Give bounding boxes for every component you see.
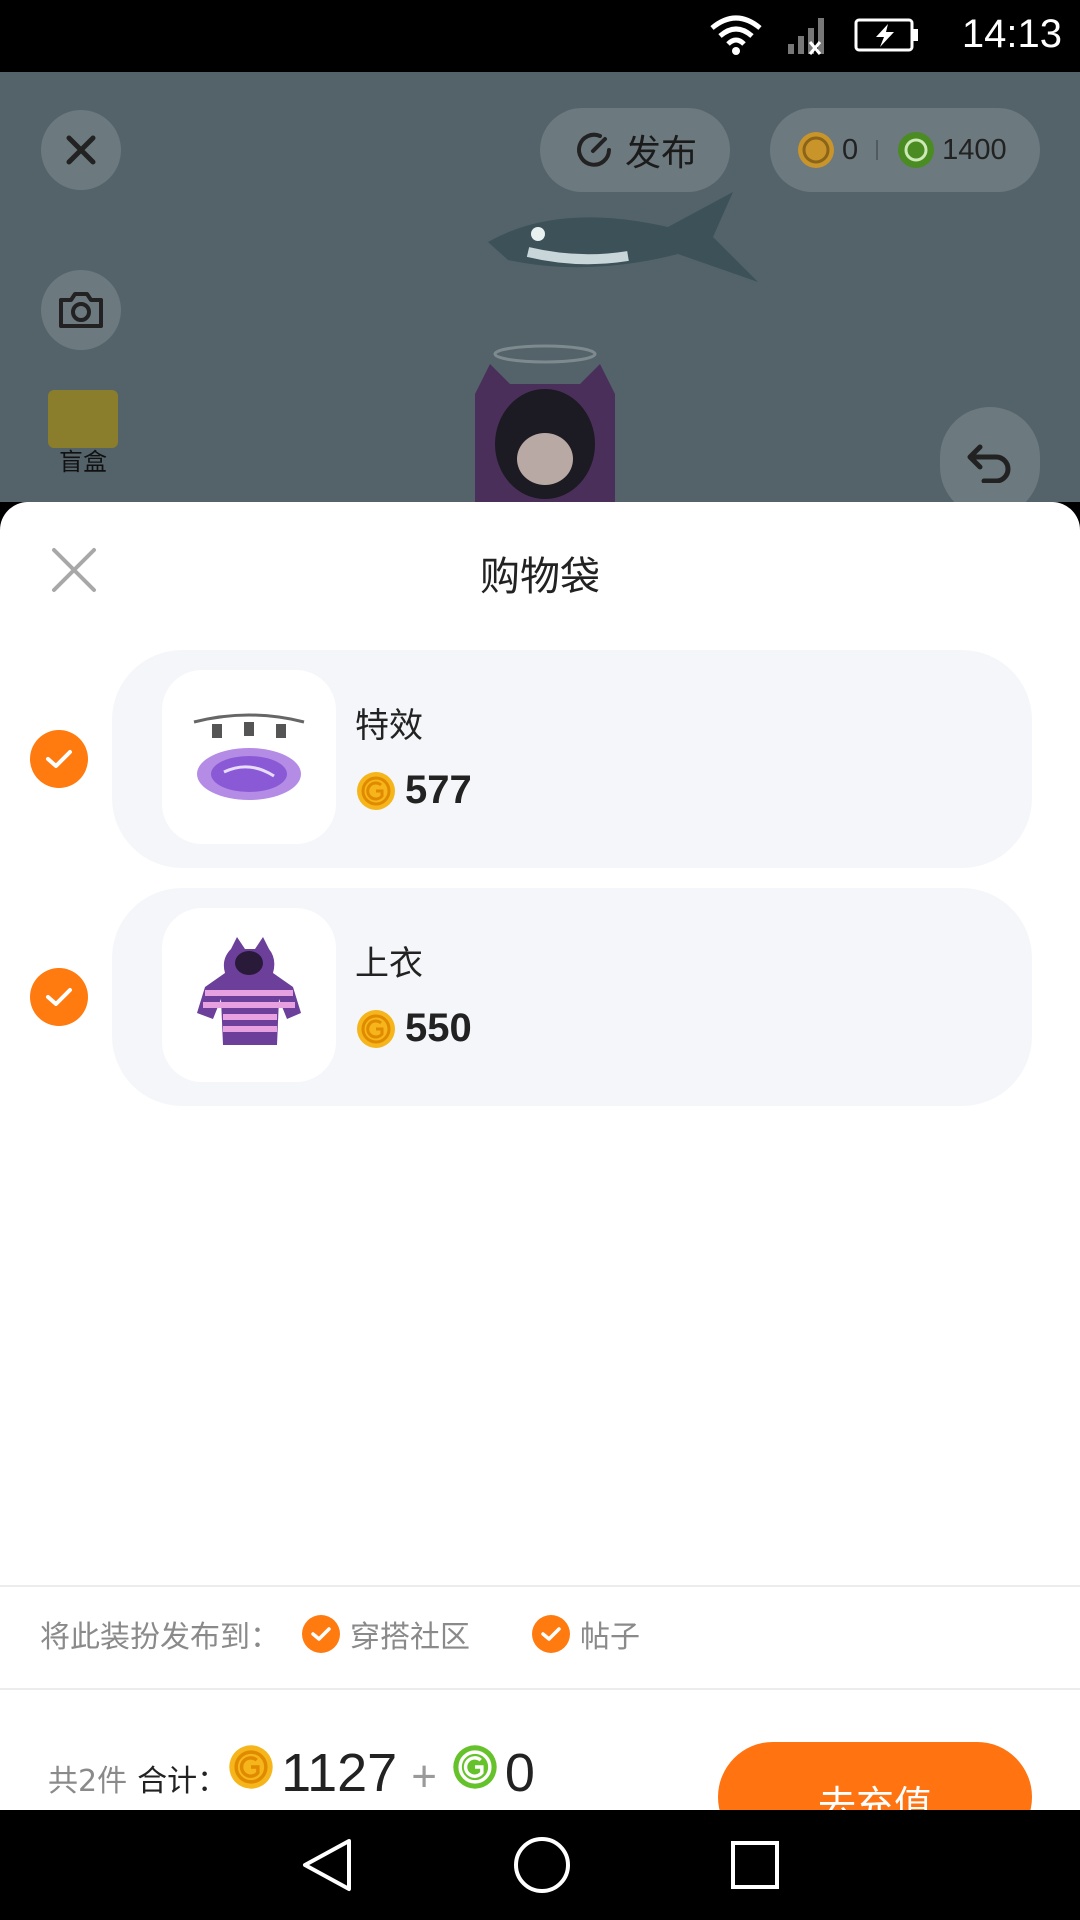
shopping-bag-sheet: 购物袋 特效 577 上衣 550 将此装扮发布到： 穿搭社区 帖子 共2件 合… xyxy=(0,502,1080,1810)
divider xyxy=(0,1585,1080,1587)
blindbox-icon xyxy=(48,390,118,448)
item-checkbox[interactable] xyxy=(30,730,88,788)
item-price-value: 577 xyxy=(405,768,472,812)
check-icon xyxy=(302,1615,340,1653)
camera-button[interactable] xyxy=(41,270,121,350)
plus-sign: + xyxy=(411,1752,437,1801)
total-label: 合计： xyxy=(137,1764,228,1799)
home-icon[interactable] xyxy=(512,1835,572,1895)
gold-coin-icon xyxy=(357,771,395,810)
item-count: 共2件 xyxy=(48,1764,128,1799)
wifi-icon xyxy=(710,15,762,55)
green-balance: 1400 xyxy=(942,133,1007,166)
check-icon xyxy=(46,988,72,1006)
bag-item: 特效 577 xyxy=(0,650,1080,868)
total-gold: 1127 xyxy=(281,1743,398,1803)
check-icon xyxy=(532,1615,570,1653)
balance-divider xyxy=(876,140,879,160)
blindbox-button[interactable]: 盲盒 xyxy=(38,390,128,477)
item-card[interactable]: 特效 577 xyxy=(112,650,1032,868)
green-coin-icon xyxy=(898,132,935,168)
undo-icon xyxy=(967,444,1011,483)
bag-item: 上衣 550 xyxy=(0,888,1080,1106)
check-icon xyxy=(46,750,72,768)
close-scene-button[interactable] xyxy=(41,110,121,190)
item-card[interactable]: 上衣 550 xyxy=(112,888,1032,1106)
sheet-title: 购物袋 xyxy=(480,554,600,600)
recent-apps-icon[interactable] xyxy=(729,1839,781,1891)
gold-balance: 0 xyxy=(842,133,859,166)
publish-button[interactable]: 发布 xyxy=(540,108,730,192)
dressup-scene: 发布 0 1400 盲盒 xyxy=(0,72,1080,502)
item-thumbnail xyxy=(162,908,336,1082)
battery-charging-icon xyxy=(854,18,918,52)
item-name: 特效 xyxy=(355,706,423,746)
divider xyxy=(0,1688,1080,1690)
total-green: 0 xyxy=(504,1743,535,1803)
publish-icon xyxy=(577,132,611,167)
publish-target-community[interactable]: 穿搭社区 xyxy=(302,1612,470,1656)
item-price: 577 xyxy=(355,768,472,813)
blindbox-label: 盲盒 xyxy=(59,448,107,476)
status-bar: 14:13 xyxy=(0,0,1080,72)
undo-button[interactable] xyxy=(940,407,1040,502)
gold-coin-icon xyxy=(357,1009,395,1048)
shark-pet xyxy=(488,192,758,282)
item-name: 上衣 xyxy=(355,944,423,984)
recharge-button[interactable]: 去充值 xyxy=(718,1742,1032,1810)
publish-target-label: 帖子 xyxy=(580,1620,640,1655)
item-checkbox[interactable] xyxy=(30,968,88,1026)
camera-icon xyxy=(59,292,103,328)
back-icon[interactable] xyxy=(299,1835,355,1895)
currency-balance[interactable]: 0 1400 xyxy=(770,108,1040,192)
status-time: 14:13 xyxy=(961,12,1062,56)
item-price: 550 xyxy=(355,1006,472,1051)
gold-coin-icon xyxy=(229,1745,273,1789)
publish-target-label: 穿搭社区 xyxy=(350,1620,470,1655)
item-thumbnail xyxy=(162,670,336,844)
system-nav-bar xyxy=(0,1810,1080,1920)
avatar-character xyxy=(475,344,615,502)
publish-target-post[interactable]: 帖子 xyxy=(532,1612,640,1656)
effect-item-image xyxy=(193,713,305,800)
green-coin-icon xyxy=(453,1745,497,1789)
publish-targets-row: 将此装扮发布到： 穿搭社区 帖子 xyxy=(40,1612,640,1656)
item-price-value: 550 xyxy=(405,1006,472,1050)
signal-icon xyxy=(788,18,824,55)
publish-label: 发布 xyxy=(624,133,697,174)
total-row: 共2件 合计： 1127 + 0 xyxy=(48,1742,535,1804)
close-icon xyxy=(66,135,96,165)
hoodie-item-image xyxy=(197,937,301,1045)
publish-to-label: 将此装扮发布到： xyxy=(40,1620,280,1655)
gold-coin-icon xyxy=(798,132,834,168)
